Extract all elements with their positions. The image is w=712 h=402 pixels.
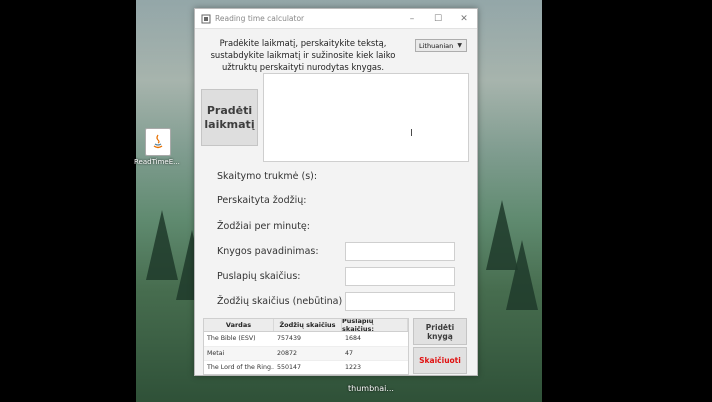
language-select[interactable]: Lithuanian ▼	[415, 39, 467, 52]
table-cell: 550147	[277, 364, 302, 372]
chevron-down-icon: ▼	[457, 42, 462, 49]
maximize-icon[interactable]: ☐	[425, 9, 451, 28]
table-cell: 1223	[345, 364, 362, 372]
table-cell: The Bible (ESV)	[207, 335, 256, 343]
page-count-input[interactable]	[345, 267, 455, 286]
desktop-bottom-label[interactable]: thumbnai...	[348, 384, 394, 393]
word-count-input[interactable]	[345, 292, 455, 311]
window-title: Reading time calculator	[215, 14, 305, 23]
add-book-button[interactable]: Pridėti knygą	[413, 318, 467, 345]
table-header: Vardas Žodžių skaičius Puslapių skaičius…	[204, 319, 408, 333]
column-header-page-count[interactable]: Puslapių skaičius:	[342, 319, 408, 333]
desktop-icon-label: ReadTimeE...	[134, 158, 180, 166]
language-select-value: Lithuanian	[419, 41, 454, 50]
desktop-app-shortcut[interactable]: ReadTimeE...	[134, 128, 180, 166]
close-icon[interactable]: ✕	[451, 9, 477, 28]
column-header-word-count[interactable]: Žodžių skaičius	[274, 319, 342, 331]
book-name-label: Knygos pavadinimas:	[217, 246, 319, 257]
table-cell: Metai	[207, 349, 225, 357]
instructions-text: Pradėkite laikmatį, perskaitykite tekstą…	[210, 38, 396, 72]
table-row[interactable]: The Bible (ESV) 757439 1684	[204, 332, 408, 347]
table-row[interactable]: Metai 20872 47	[204, 346, 408, 361]
calculate-button[interactable]: Skaičiuoti	[413, 347, 467, 374]
book-name-input[interactable]	[345, 242, 455, 261]
minimize-icon[interactable]: –	[399, 9, 425, 28]
page-count-label: Puslapių skaičius:	[217, 271, 301, 282]
word-count-label: Žodžių skaičius (nebūtina)	[217, 296, 343, 307]
table-cell: The Lord of the Ring...	[207, 364, 274, 372]
words-per-minute-label: Žodžiai per minutę:	[217, 221, 310, 232]
title-bar[interactable]: Reading time calculator – ☐ ✕	[195, 9, 477, 29]
books-table[interactable]: Vardas Žodžių skaičius Puslapių skaičius…	[203, 318, 409, 375]
table-row[interactable]: The Lord of the Ring... 550147 1223	[204, 361, 408, 374]
app-window: Reading time calculator – ☐ ✕ Pradėkite …	[194, 8, 478, 376]
table-cell: 47	[345, 349, 354, 357]
text-cursor-icon: I	[410, 128, 413, 139]
reading-text-area[interactable]: I	[263, 73, 469, 162]
java-icon	[145, 128, 171, 156]
column-header-name[interactable]: Vardas	[204, 319, 274, 331]
table-cell: 20872	[277, 349, 298, 357]
table-cell: 1684	[345, 335, 362, 343]
reading-duration-label: Skaitymo trukmė (s):	[217, 171, 318, 182]
words-read-label: Perskaityta žodžių:	[217, 195, 307, 206]
table-cell: 757439	[277, 335, 302, 343]
app-icon	[201, 14, 211, 23]
start-timer-button[interactable]: Pradėti laikmatį	[201, 89, 258, 146]
